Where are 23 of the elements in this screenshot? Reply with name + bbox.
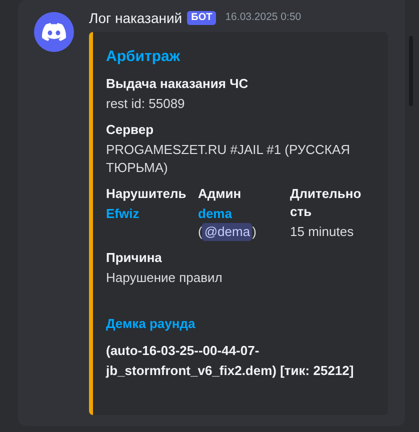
field-name: Сервер — [106, 121, 155, 139]
field-name: Нарушитель — [106, 185, 188, 203]
embed-title[interactable]: Арбитраж — [106, 47, 180, 67]
bot-avatar[interactable] — [34, 12, 74, 52]
field-name: Выдача наказания ЧС — [106, 75, 250, 93]
paren: ( — [198, 223, 202, 241]
field-name: Причина — [106, 249, 163, 267]
demo-file-text: (auto-16-03-25--00-44-07-jb_stormfront_v6_fix2.dem) [тик: 25212] — [106, 342, 355, 380]
field-value: 15 minutes — [290, 223, 355, 241]
user-link[interactable]: Efwiz — [106, 205, 140, 223]
controller-icon — [42, 23, 66, 41]
bot-tag: БОТ — [187, 11, 216, 25]
field-name: Длительность — [290, 185, 362, 221]
field-name: Админ — [198, 185, 242, 203]
author-name[interactable]: Лог наказаний — [89, 9, 182, 27]
user-link[interactable]: dema — [198, 205, 232, 223]
section-title: Демка раунда — [106, 315, 196, 333]
field-value: Нарушение правил — [106, 269, 224, 287]
user-mention[interactable]: @dema — [202, 223, 252, 241]
field-value: rest id: 55089 — [106, 95, 186, 113]
timestamp: 16.03.2025 0:50 — [225, 10, 302, 26]
field-value: PROGAMESZET.RU #JAIL #1 (РУССКАЯ ТЮРЬМА) — [106, 141, 352, 177]
paren: ) — [252, 223, 256, 241]
